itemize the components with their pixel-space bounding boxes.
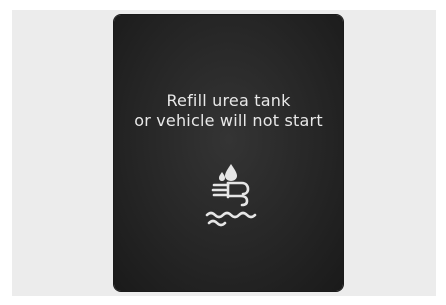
warning-message-line-2: or vehicle will not start: [134, 111, 323, 130]
urea-tank-warning-icon: [197, 163, 261, 227]
warning-message: Refill urea tank or vehicle will not sta…: [114, 91, 343, 131]
cluster-display: Refill urea tank or vehicle will not sta…: [114, 15, 343, 291]
warning-message-line-1: Refill urea tank: [166, 91, 291, 110]
